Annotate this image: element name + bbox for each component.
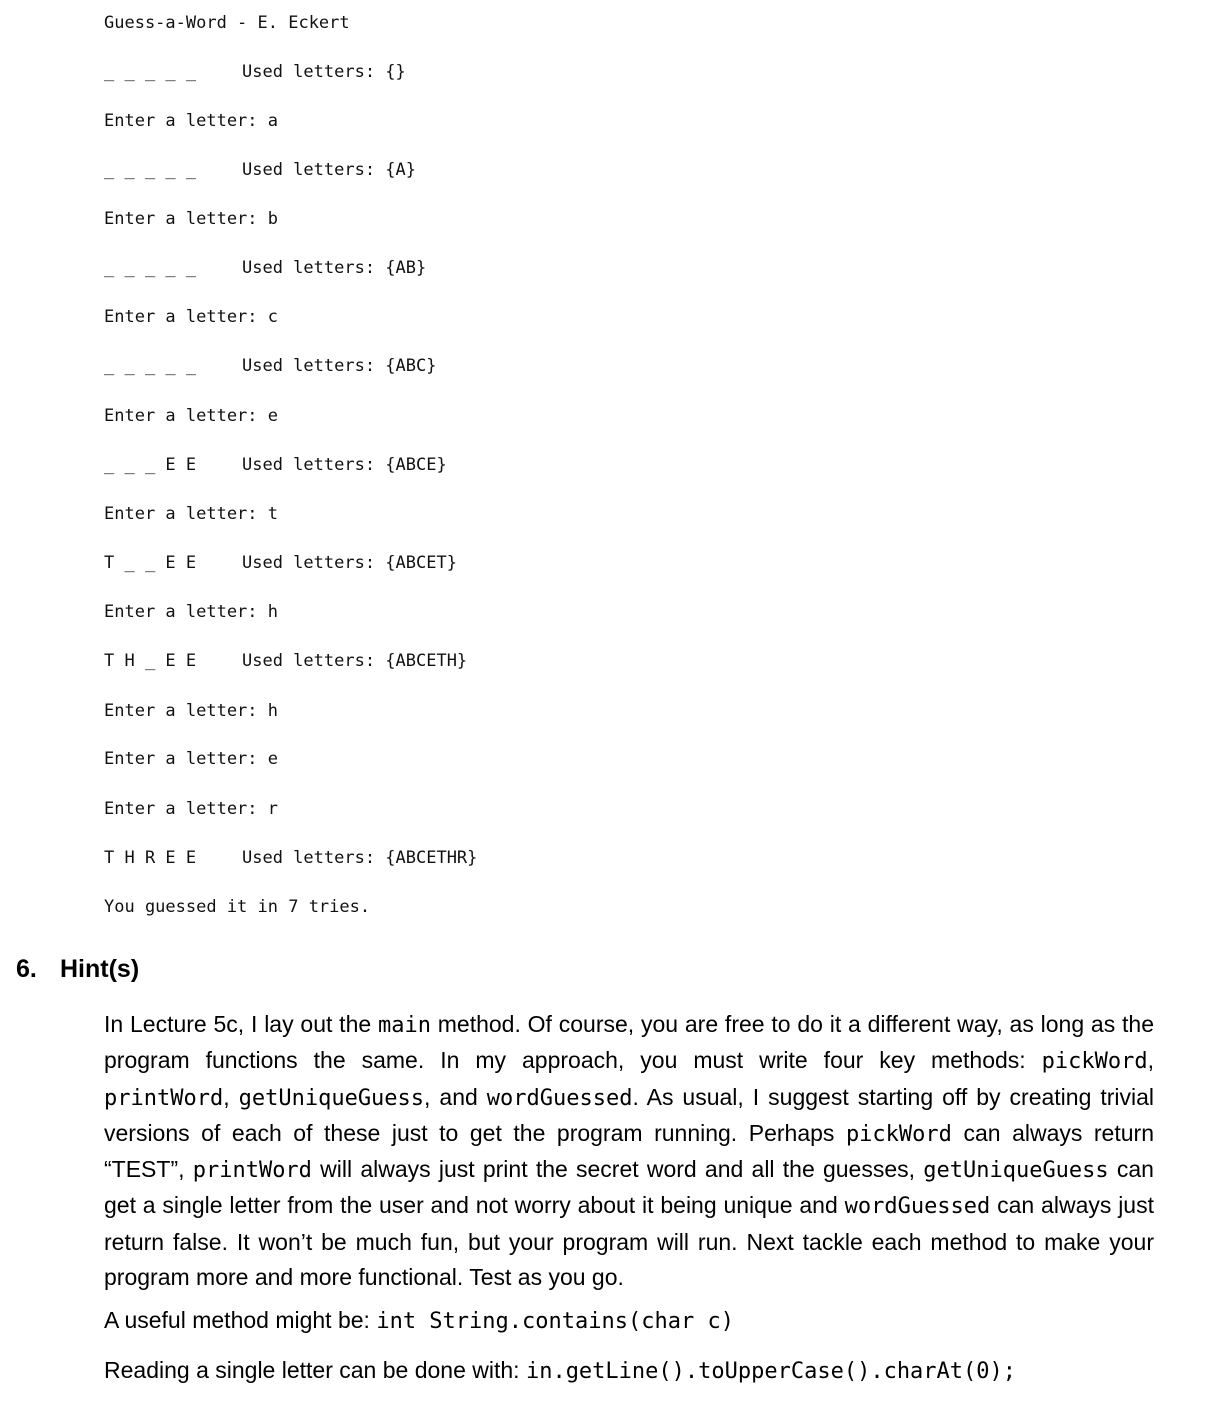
code-identifier: getUniqueGuess	[238, 1085, 425, 1111]
console-prompt-line: Enter a letter: h	[104, 602, 278, 622]
console-state-line: _ _ _ _ _ Used letters: {ABC}	[104, 354, 436, 378]
console-state-line: _ _ _ _ _ Used letters: {}	[104, 60, 406, 84]
used-letters: Used letters: {ABC}	[242, 356, 437, 376]
section-heading: 6. Hint(s)	[16, 952, 139, 986]
console-prompt-line: Enter a letter: e	[104, 749, 278, 769]
code-identifier: wordGuessed	[844, 1194, 991, 1220]
console-prompt-line: Enter a letter: r	[104, 799, 278, 819]
console-prompt-line: Enter a letter: a	[104, 111, 278, 131]
code-identifier: printWord	[104, 1085, 224, 1111]
console-state-line: T H _ E E Used letters: {ABCETH}	[104, 649, 467, 673]
guess-word: T H R E E	[104, 848, 197, 868]
console-title: Guess-a-Word - E. Eckert	[104, 13, 350, 33]
code-identifier: wordGuessed	[486, 1085, 633, 1111]
console-prompt-line: You guessed it in 7 tries.	[104, 897, 371, 917]
console-state-line: T _ _ E E Used letters: {ABCET}	[104, 551, 457, 575]
hint-useful-method: A useful method might be: int String.con…	[104, 1303, 1154, 1339]
used-letters: Used letters: {ABCET}	[242, 553, 457, 573]
read-letter-label: Reading a single letter can be done with…	[104, 1357, 526, 1383]
used-letters: Used letters: {ABCE}	[242, 455, 447, 475]
used-letters: Used letters: {ABCETH}	[242, 651, 468, 671]
code-identifier: pickWord	[1041, 1049, 1148, 1075]
read-letter-code: in.getLine().toUpperCase().charAt(0);	[525, 1359, 1017, 1384]
console-state-line: _ _ _ _ _ Used letters: {AB}	[104, 256, 426, 280]
guess-word: _ _ _ _ _	[104, 160, 197, 180]
console-state-line: _ _ _ _ _ Used letters: {A}	[104, 158, 416, 182]
hint-text: ,	[1147, 1047, 1154, 1074]
code-identifier: main	[377, 1013, 431, 1038]
code-identifier: printWord	[192, 1158, 312, 1184]
hint-text: , and	[424, 1083, 487, 1110]
console-state-line: T H R E E Used letters: {ABCETHR}	[104, 846, 477, 870]
console-prompt-line: Enter a letter: h	[104, 701, 278, 721]
guess-word: T _ _ E E	[104, 553, 197, 573]
used-letters: Used letters: {ABCETHR}	[242, 848, 478, 868]
hint-paragraph: In Lecture 5c, I lay out the main method…	[104, 1007, 1154, 1295]
console-prompt-line: Enter a letter: t	[104, 504, 278, 524]
section-number: 6.	[16, 955, 37, 983]
used-letters: Used letters: {A}	[242, 160, 416, 180]
guess-word: _ _ _ _ _	[104, 356, 197, 376]
code-identifier: getUniqueGuess	[923, 1158, 1109, 1184]
hint-read-letter: Reading a single letter can be done with…	[104, 1353, 1154, 1389]
console-prompt-line: Enter a letter: c	[104, 307, 278, 327]
guess-word: T H _ E E	[104, 651, 197, 671]
used-letters: Used letters: {}	[242, 62, 406, 82]
code-identifier: pickWord	[845, 1121, 952, 1147]
guess-word: _ _ _ E E	[104, 455, 197, 475]
hint-text: ,	[223, 1083, 239, 1110]
console-prompt-line: Enter a letter: e	[104, 406, 278, 426]
console-prompt-line: Enter a letter: b	[104, 209, 278, 229]
useful-method-label: A useful method might be:	[104, 1307, 377, 1333]
useful-method-code: int String.contains(char c)	[376, 1309, 734, 1334]
guess-word: _ _ _ _ _	[104, 258, 197, 278]
guess-word: _ _ _ _ _	[104, 62, 197, 82]
section-title: Hint(s)	[60, 955, 140, 983]
used-letters: Used letters: {AB}	[242, 258, 427, 278]
hint-text: will always just print the secret word a…	[311, 1156, 924, 1183]
hint-text: In Lecture 5c, I lay out the	[104, 1011, 378, 1037]
console-state-line: _ _ _ E E Used letters: {ABCE}	[104, 453, 447, 477]
